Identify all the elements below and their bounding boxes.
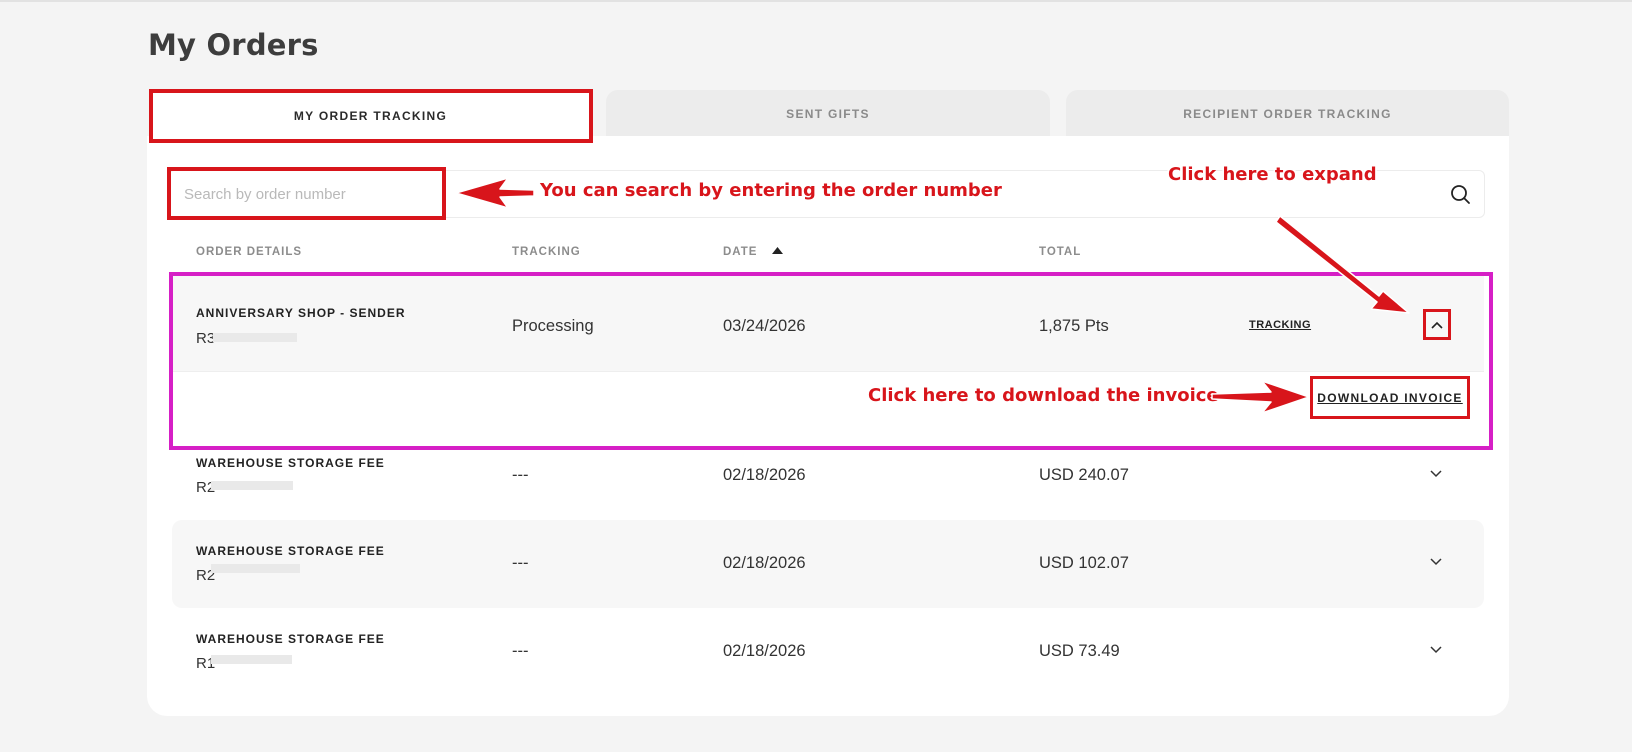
page-title: My Orders xyxy=(148,28,319,62)
order-date: 02/18/2026 xyxy=(723,466,806,484)
chevron-down-icon[interactable] xyxy=(1428,465,1444,481)
chevron-down-icon[interactable] xyxy=(1428,553,1444,569)
table-row xyxy=(172,520,1484,608)
column-header-date-label: DATE xyxy=(723,246,758,258)
tab-sent-gifts[interactable]: SENT GIFTS xyxy=(606,90,1050,138)
order-date: 03/24/2026 xyxy=(723,317,806,335)
tab-recipient-order-tracking[interactable]: RECIPIENT ORDER TRACKING xyxy=(1066,90,1509,138)
order-total: USD 102.07 xyxy=(1039,554,1129,572)
chevron-up-icon xyxy=(1431,321,1443,329)
collapse-button[interactable] xyxy=(1423,309,1451,340)
redacted-order-number xyxy=(211,564,300,573)
redacted-order-number xyxy=(213,333,297,342)
table-row xyxy=(172,608,1484,696)
order-title: WAREHOUSE STORAGE FEE xyxy=(196,632,385,646)
search-input[interactable] xyxy=(170,172,442,216)
annotation-expand-note: Click here to expand xyxy=(1168,164,1377,185)
tracking-status: --- xyxy=(512,466,529,484)
order-expanded-details xyxy=(172,371,1484,448)
redacted-order-number xyxy=(211,655,292,664)
order-total: USD 73.49 xyxy=(1039,642,1120,660)
tracking-status: --- xyxy=(512,554,529,572)
order-total: 1,875 Pts xyxy=(1039,317,1109,335)
column-header-total: TOTAL xyxy=(1039,246,1082,258)
order-date: 02/18/2026 xyxy=(723,642,806,660)
tracking-status: --- xyxy=(512,642,529,660)
column-header-date[interactable]: DATE xyxy=(723,246,783,258)
tracking-status: Processing xyxy=(512,317,594,335)
column-header-tracking: TRACKING xyxy=(512,246,581,258)
download-invoice-button[interactable]: DOWNLOAD INVOICE xyxy=(1310,376,1470,419)
top-divider xyxy=(0,0,1632,2)
column-header-order-details: ORDER DETAILS xyxy=(196,246,303,258)
order-title: WAREHOUSE STORAGE FEE xyxy=(196,544,385,558)
tracking-link[interactable]: TRACKING xyxy=(1249,319,1311,331)
search-icon[interactable] xyxy=(1449,183,1471,205)
order-date: 02/18/2026 xyxy=(723,554,806,572)
redacted-order-number xyxy=(211,481,293,490)
order-title: ANNIVERSARY SHOP - SENDER xyxy=(196,306,406,320)
annotation-search-note: You can search by entering the order num… xyxy=(540,180,1002,201)
tab-my-order-tracking[interactable]: MY ORDER TRACKING xyxy=(149,90,592,142)
order-title: WAREHOUSE STORAGE FEE xyxy=(196,456,385,470)
annotation-invoice-note: Click here to download the invoice xyxy=(868,385,1219,406)
chevron-down-icon[interactable] xyxy=(1428,641,1444,657)
order-total: USD 240.07 xyxy=(1039,466,1129,484)
sort-up-icon[interactable] xyxy=(771,247,783,254)
